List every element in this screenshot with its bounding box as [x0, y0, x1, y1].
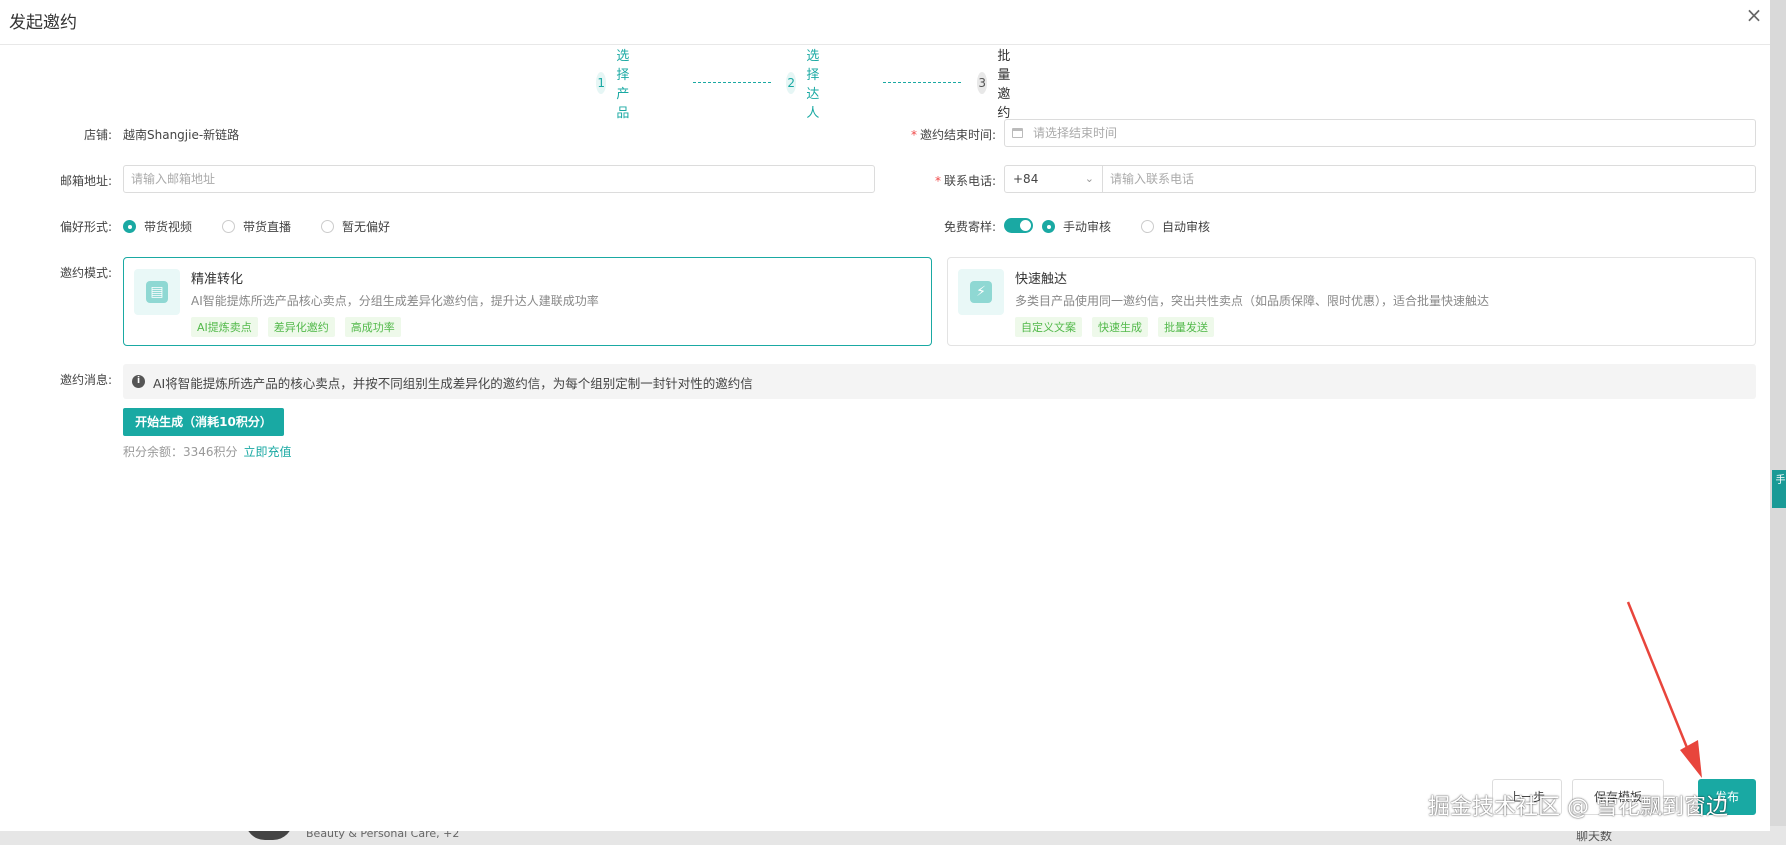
required-mark: *: [910, 128, 917, 142]
end-time-placeholder: 请选择结束时间: [1033, 126, 1118, 140]
close-icon[interactable]: ×: [1743, 4, 1765, 26]
step-batch-invite[interactable]: 3 批量邀约: [977, 49, 1022, 121]
radio-dot: [123, 220, 136, 233]
radio-auto-review[interactable]: 自动审核: [1141, 218, 1210, 235]
step-label: 选择达人: [806, 49, 820, 121]
radio-label: 带货视频: [144, 220, 193, 234]
step-number: 3: [977, 72, 988, 94]
radio-label: 自动审核: [1162, 220, 1211, 234]
tag: 快速生成: [1092, 317, 1148, 337]
annotation-arrow: [1626, 601, 1702, 778]
recharge-link[interactable]: 立即充值: [244, 445, 292, 459]
step-connector: [883, 82, 961, 83]
mode-card-precise[interactable]: ▤ 精准转化 AI智能提炼所选产品核心卖点，分组生成差异化邀约信，提升达人建联成…: [123, 257, 932, 346]
phone-label: * 联系电话:: [776, 172, 996, 189]
step-label: 批量邀约: [997, 49, 1011, 121]
radio-dot: [1042, 220, 1055, 233]
radio-label: 暂无偏好: [342, 220, 391, 234]
generate-button[interactable]: 开始生成（消耗10积分）: [123, 408, 284, 436]
email-field[interactable]: 请输入邮箱地址: [123, 165, 875, 193]
mode-tags: AI提炼卖点 差异化邀约 高成功率: [191, 317, 401, 337]
country-code-select[interactable]: +84 ⌄: [1004, 165, 1103, 193]
phone-label-text: 联系电话:: [943, 174, 996, 188]
email-placeholder: 请输入邮箱地址: [131, 172, 216, 186]
tag: AI提炼卖点: [191, 317, 258, 337]
info-icon: i: [132, 375, 145, 388]
message-info-text: AI将智能提炼所选产品的核心卖点，并按不同组别生成差异化的邀约信，为每个组别定制…: [153, 376, 753, 391]
credits-balance: 积分余额：3346积分 立即充值: [123, 443, 292, 460]
tag: 差异化邀约: [267, 317, 335, 337]
radio-dot: [1141, 220, 1154, 233]
step-number: 1: [596, 72, 607, 94]
preference-label: 偏好形式:: [59, 220, 112, 234]
mode-title: 快速触达: [1015, 272, 1068, 287]
chevron-down-icon: ⌄: [1084, 172, 1094, 185]
free-sample-label: 免费寄样:: [943, 220, 996, 234]
radio-label: 手动审核: [1063, 220, 1112, 234]
radio-video[interactable]: 带货视频: [123, 218, 192, 235]
phone-placeholder: 请输入联系电话: [1110, 172, 1195, 186]
dialog-title: 发起邀约: [9, 13, 77, 33]
phone-field[interactable]: 请输入联系电话: [1102, 165, 1756, 193]
side-float-tab[interactable]: 手: [1772, 470, 1786, 508]
message-info-box: i AI将智能提炼所选产品的核心卖点，并按不同组别生成差异化的邀约信，为每个组别…: [123, 364, 1756, 399]
step-select-product[interactable]: 1 选择产品: [596, 49, 641, 121]
end-time-label: * 邀约结束时间:: [776, 126, 996, 143]
radio-label: 带货直播: [243, 220, 292, 234]
step-select-creator[interactable]: 2 选择达人: [786, 49, 831, 121]
radio-none[interactable]: 暂无偏好: [321, 218, 390, 235]
tag: 批量发送: [1158, 317, 1214, 337]
step-number: 2: [786, 72, 797, 94]
shop-label: 店铺:: [83, 128, 112, 142]
dialog-header: 发起邀约 ×: [0, 0, 1770, 45]
mode-title: 精准转化: [191, 272, 244, 287]
free-sample-toggle[interactable]: [1004, 218, 1033, 233]
document-ai-icon: ▤: [134, 269, 180, 315]
lightning-icon: ⚡: [958, 269, 1004, 315]
watermark: 掘金技术社区 @ 雪花飘到窗边: [1428, 795, 1728, 820]
shop-value: 越南Shangjie-新链路: [123, 128, 240, 142]
credits-text: 积分余额：3346积分: [123, 445, 238, 459]
step-connector: [693, 82, 771, 83]
radio-dot: [222, 220, 235, 233]
tag: 高成功率: [344, 317, 401, 337]
mode-desc: AI智能提炼所选产品核心卖点，分组生成差异化邀约信，提升达人建联成功率: [191, 294, 599, 308]
radio-live[interactable]: 带货直播: [222, 218, 291, 235]
radio-manual-review[interactable]: 手动审核: [1042, 218, 1111, 235]
required-mark: *: [934, 174, 941, 188]
radio-dot: [321, 220, 334, 233]
invite-dialog: 发起邀约 × 1 选择产品 2 选择达人 3 批量邀约 店铺: 越南Shangj…: [0, 0, 1770, 831]
country-code-value: +84: [1013, 172, 1039, 186]
mode-card-quick[interactable]: ⚡ 快速触达 多类目产品使用同一邀约信，突出共性卖点（如品质保障、限时优惠），适…: [947, 257, 1756, 346]
end-time-picker[interactable]: 请选择结束时间: [1004, 119, 1756, 147]
mode-desc: 多类目产品使用同一邀约信，突出共性卖点（如品质保障、限时优惠），适合批量快速触达: [1015, 294, 1490, 308]
tag: 自定义文案: [1015, 317, 1082, 337]
email-label: 邮箱地址:: [59, 174, 112, 188]
mode-tags: 自定义文案 快速生成 批量发送: [1015, 317, 1214, 337]
calendar-icon: [1012, 128, 1023, 138]
end-time-label-text: 邀约结束时间:: [919, 128, 996, 142]
message-label: 邀约消息:: [59, 373, 112, 387]
mode-label: 邀约模式:: [59, 266, 112, 280]
step-label: 选择产品: [616, 49, 630, 121]
